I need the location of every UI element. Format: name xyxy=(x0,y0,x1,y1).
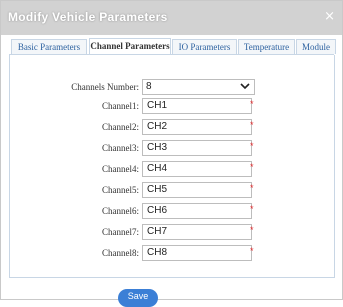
tab-module[interactable]: Module xyxy=(296,39,336,54)
channel-row: Channel7: CH7 * xyxy=(10,224,334,240)
modify-vehicle-dialog: Modify Vehicle Parameters × Basic Parame… xyxy=(0,0,343,307)
channel-label: Channel4: xyxy=(102,164,139,174)
required-marker: * xyxy=(250,141,254,151)
channel8-input[interactable]: CH8 xyxy=(142,245,252,261)
channel-row: Channel3: CH3 * xyxy=(10,140,334,156)
channel-row: Channel6: CH6 * xyxy=(10,203,334,219)
channel-row: Channel8: CH8 * xyxy=(10,245,334,261)
channel7-input[interactable]: CH7 xyxy=(142,224,252,240)
tab-basic-parameters[interactable]: Basic Parameters xyxy=(11,39,87,54)
channel6-input[interactable]: CH6 xyxy=(142,203,252,219)
channels-number-row: Channels Number: 8 xyxy=(10,79,334,95)
channel5-input[interactable]: CH5 xyxy=(142,182,252,198)
dialog-titlebar[interactable]: Modify Vehicle Parameters × xyxy=(1,1,342,35)
channel-label: Channel2: xyxy=(102,122,139,132)
channel-label: Channel6: xyxy=(102,206,139,216)
channel1-input[interactable]: CH1 xyxy=(142,98,252,114)
required-marker: * xyxy=(250,204,254,214)
required-marker: * xyxy=(250,225,254,235)
channel-label: Channel3: xyxy=(102,143,139,153)
channels-number-value: 8 xyxy=(146,81,152,92)
channel-row: Channel1: CH1 * xyxy=(10,98,334,114)
channel-row: Channel4: CH4 * xyxy=(10,161,334,177)
tab-bar: Basic Parameters Channel Parameters IO P… xyxy=(9,37,336,55)
channel-label: Channel5: xyxy=(102,185,139,195)
channel2-input[interactable]: CH2 xyxy=(142,119,252,135)
channels-number-select[interactable]: 8 xyxy=(142,79,255,95)
channel-parameters-panel: Channels Number: 8 Channel1: CH1 * Chann… xyxy=(9,55,335,278)
channel4-input[interactable]: CH4 xyxy=(142,161,252,177)
required-marker: * xyxy=(250,246,254,256)
tab-temperature[interactable]: Temperature xyxy=(238,39,295,54)
tab-channel-parameters[interactable]: Channel Parameters xyxy=(89,38,171,54)
channel-row: Channel2: CH2 * xyxy=(10,119,334,135)
channels-number-label: Channels Number: xyxy=(71,82,139,92)
channel3-input[interactable]: CH3 xyxy=(142,140,252,156)
save-button[interactable]: Save xyxy=(118,289,158,307)
channel-label: Channel1: xyxy=(102,101,139,111)
tab-io-parameters[interactable]: IO Parameters xyxy=(172,39,237,54)
required-marker: * xyxy=(250,183,254,193)
dialog-title: Modify Vehicle Parameters xyxy=(8,10,168,24)
required-marker: * xyxy=(250,99,254,109)
required-marker: * xyxy=(250,162,254,172)
close-icon[interactable]: × xyxy=(324,10,335,24)
channel-label: Channel7: xyxy=(102,227,139,237)
required-marker: * xyxy=(250,120,254,130)
channel-row: Channel5: CH5 * xyxy=(10,182,334,198)
channel-label: Channel8: xyxy=(102,248,139,258)
chevron-down-icon xyxy=(240,83,250,90)
